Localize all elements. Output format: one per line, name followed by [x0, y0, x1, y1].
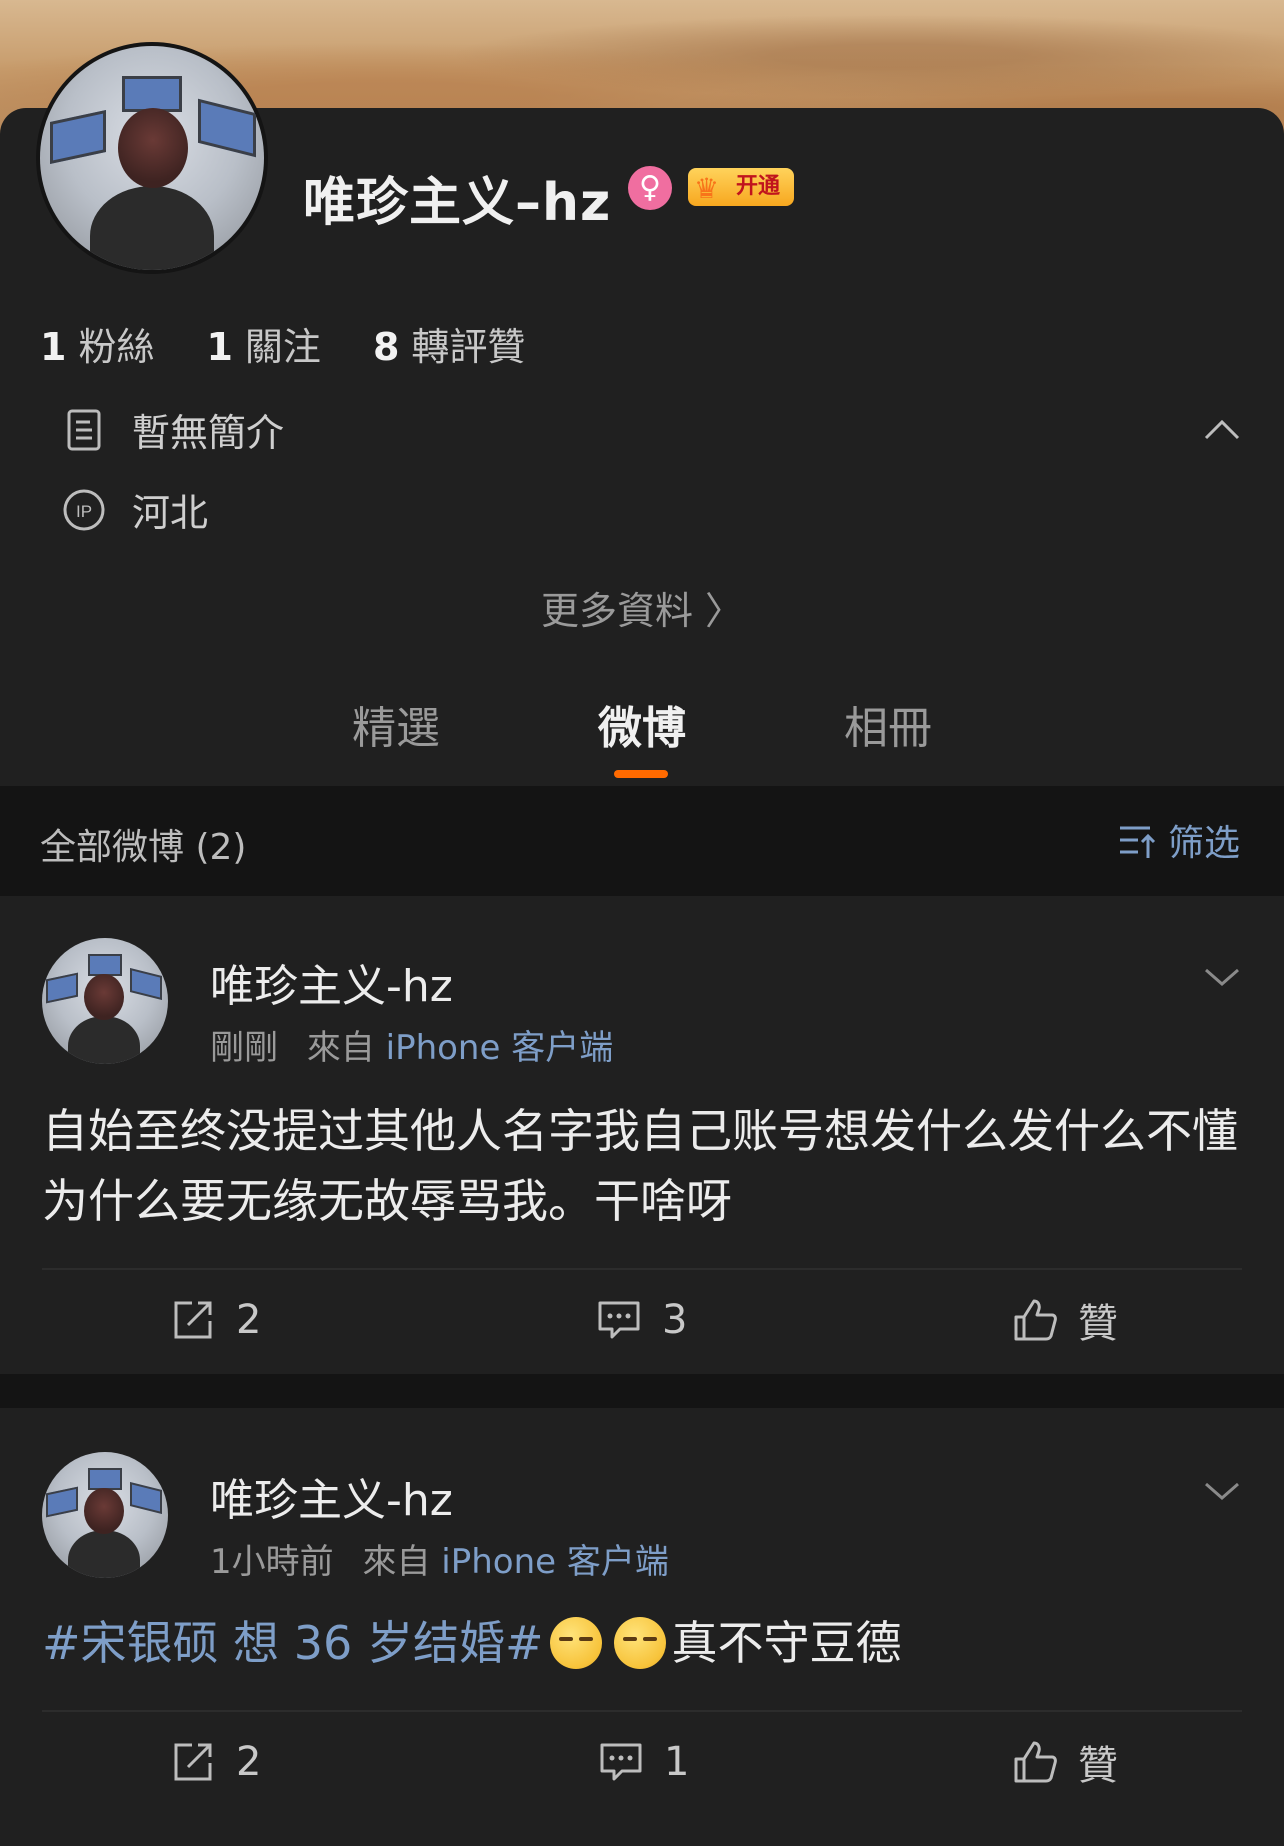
post-source-prefix: 來自	[362, 1542, 431, 1582]
post-author[interactable]: 唯珍主义-hz	[210, 950, 453, 1014]
smirk-emoji-icon	[549, 1617, 602, 1669]
like-label: 贊	[1078, 1743, 1118, 1789]
document-icon	[62, 408, 106, 452]
post-time: 剛剛	[210, 1028, 278, 1068]
stat-number: 1	[206, 325, 233, 369]
post-card[interactable]: 唯珍主义-hz 剛剛 來自 iPhone 客户端 自始至终没提过其他人名字我自己…	[0, 896, 1284, 1374]
post-author[interactable]: 唯珍主义-hz	[210, 1464, 453, 1528]
filter-label: 筛选	[1167, 823, 1240, 864]
comment-button[interactable]: 1	[598, 1712, 689, 1812]
female-icon: ♀	[628, 166, 672, 210]
stat-label: 關注	[244, 325, 321, 369]
post-text: #宋银硕 想 36 岁结婚# 真不守豆德	[42, 1608, 1242, 1678]
tab-weibo[interactable]: 微博	[598, 692, 686, 756]
post-source-prefix: 來自	[306, 1028, 375, 1068]
comment-count: 3	[662, 1297, 688, 1343]
comment-button[interactable]: 3	[596, 1270, 687, 1370]
tab-featured[interactable]: 精選	[352, 692, 440, 756]
ip-location: 河北	[132, 491, 209, 535]
profile-username: 唯珍主义–hz	[303, 173, 612, 233]
post-actions: 2 3 贊	[0, 1270, 1284, 1370]
crown-icon: ♛	[694, 172, 720, 205]
repost-count: 2	[236, 1739, 262, 1785]
post-card[interactable]: 唯珍主义-hz 1小時前 來自 iPhone 客户端 #宋银硕 想 36 岁结婚…	[0, 1408, 1284, 1846]
repost-button[interactable]: 2	[170, 1270, 261, 1370]
profile-avatar[interactable]	[36, 42, 268, 274]
stat-following[interactable]: 1 關注	[206, 316, 320, 371]
repost-button[interactable]: 2	[170, 1712, 261, 1812]
repost-icon	[174, 1301, 212, 1339]
ip-icon: IP	[62, 488, 106, 532]
filter-bar: 全部微博 (2) 筛选	[0, 786, 1284, 896]
post-count-label: 全部微博 (2)	[40, 827, 247, 868]
post-meta: 1小時前 來自 iPhone 客户端	[210, 1534, 669, 1583]
thumbs-up-icon	[1014, 1299, 1057, 1341]
stat-label: 粉絲	[78, 325, 155, 369]
repost-count: 2	[236, 1297, 262, 1343]
tab-active-indicator	[614, 770, 668, 778]
profile-tabs: 精選 微博 相冊	[0, 692, 1284, 790]
post-text-tail: 真不守豆德	[671, 1616, 902, 1670]
comment-icon	[600, 1743, 642, 1781]
post-time: 1小時前	[210, 1542, 334, 1582]
post-source[interactable]: iPhone 客户端	[441, 1542, 669, 1582]
chevron-down-icon[interactable]	[1200, 1468, 1244, 1512]
avatar-image	[40, 46, 264, 270]
hashtag-link[interactable]: #宋银硕 想 36 岁结婚#	[42, 1616, 544, 1670]
more-info-link[interactable]: 更多資料 〉	[0, 580, 1284, 635]
post-source[interactable]: iPhone 客户端	[386, 1028, 614, 1068]
svg-text:IP: IP	[76, 502, 92, 521]
ip-row: IP 河北	[62, 482, 208, 537]
tab-album[interactable]: 相冊	[844, 692, 932, 756]
profile-stats: 1 粉絲 1 關注 8 轉評贊	[40, 316, 525, 371]
stat-label: 轉評贊	[411, 325, 526, 369]
stat-number: 1	[40, 325, 67, 369]
post-avatar[interactable]	[42, 1452, 168, 1578]
smirk-emoji-icon	[613, 1617, 666, 1669]
filter-button[interactable]: 筛选	[1116, 814, 1240, 866]
thumbs-up-icon	[1014, 1741, 1057, 1783]
chevron-up-icon[interactable]	[1200, 408, 1244, 452]
like-button[interactable]: 贊	[1012, 1270, 1118, 1370]
comment-count: 1	[664, 1739, 690, 1785]
stat-followers[interactable]: 1 粉絲	[40, 316, 154, 371]
vip-label: 开通	[736, 174, 781, 199]
repost-icon	[174, 1743, 212, 1781]
profile-card: 唯珍主义–hz ♀ ♛ 开通 1 粉絲 1 關注 8 轉評贊 暫無簡介 IP 河北 更…	[0, 42, 1284, 786]
post-meta: 剛剛 來自 iPhone 客户端	[210, 1020, 613, 1069]
filter-icon	[1119, 826, 1156, 858]
bio-text: 暫無簡介	[132, 411, 285, 455]
chevron-down-icon[interactable]	[1200, 954, 1244, 998]
stat-interactions[interactable]: 8 轉評贊	[373, 316, 525, 371]
comment-icon	[598, 1301, 640, 1339]
bio-row: 暫無簡介	[62, 402, 284, 457]
vip-open-badge[interactable]: ♛ 开通	[688, 168, 795, 206]
stat-number: 8	[372, 325, 400, 369]
post-avatar[interactable]	[42, 938, 168, 1064]
like-label: 贊	[1078, 1301, 1118, 1347]
post-actions: 2 1 贊	[0, 1712, 1284, 1812]
like-button[interactable]: 贊	[1012, 1712, 1118, 1812]
post-text: 自始至终没提过其他人名字我自己账号想发什么发什么不懂为什么要无缘无故辱骂我。干啥…	[42, 1104, 1238, 1228]
